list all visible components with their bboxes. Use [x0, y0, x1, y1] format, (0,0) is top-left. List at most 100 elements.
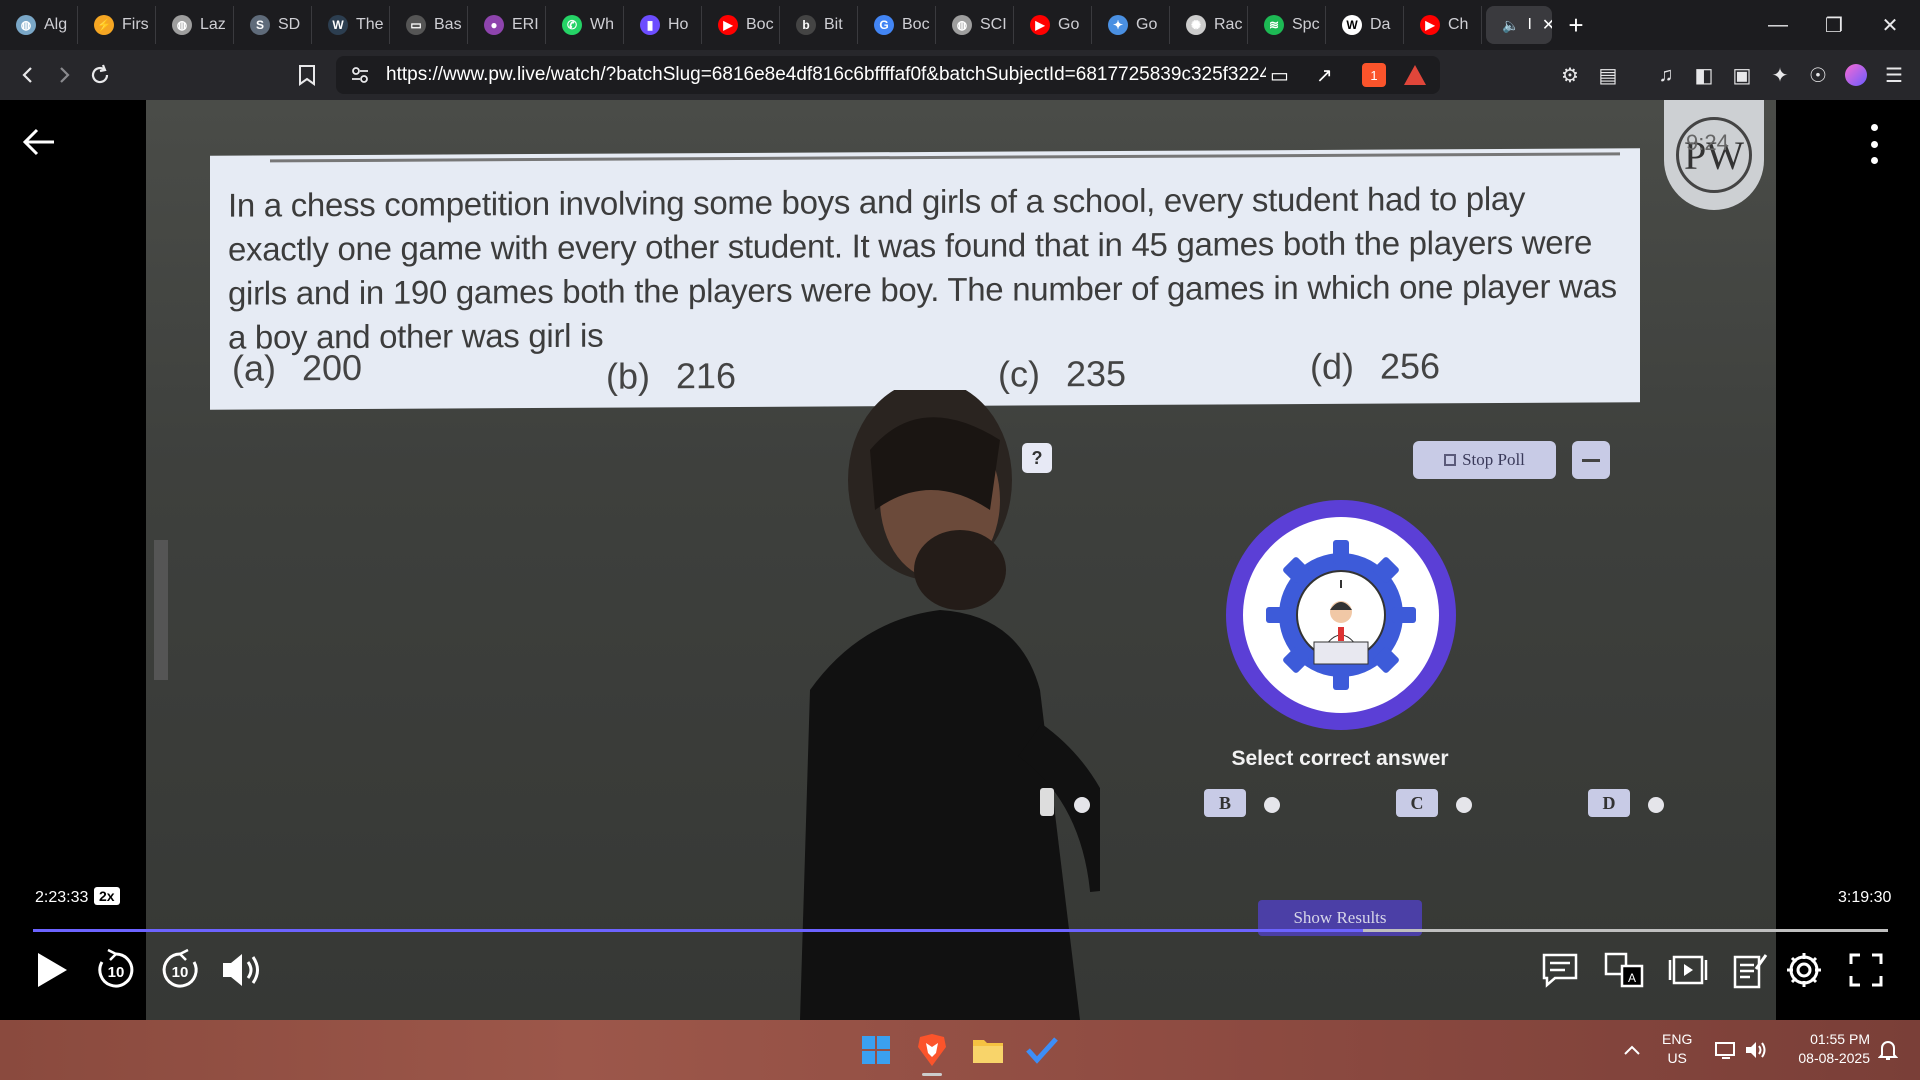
chevron-up-icon[interactable] — [1612, 1030, 1652, 1070]
tab-7[interactable]: ✆ Wh — [546, 6, 624, 44]
brain-icon: ● — [484, 15, 504, 35]
reader-icon[interactable]: ▤ — [1594, 61, 1622, 89]
leo-ai-icon[interactable]: ✦ — [1766, 61, 1794, 89]
translate-icon: A — [1604, 952, 1644, 988]
tab-0[interactable]: ◍ Alg — [0, 6, 78, 44]
url-text[interactable]: https://www.pw.live/watch/?batchSlug=681… — [386, 64, 1266, 86]
answer-a-button-partial[interactable] — [1040, 788, 1054, 816]
answer-a-radio[interactable] — [1074, 797, 1090, 813]
google-icon: G — [874, 15, 894, 35]
more-options-icon[interactable] — [1868, 124, 1880, 164]
tab-14[interactable]: ✦ Go — [1092, 6, 1170, 44]
tab-label: SD — [278, 16, 301, 33]
w3-icon: W — [328, 15, 348, 35]
tab-17[interactable]: W Da — [1326, 6, 1404, 44]
system-clock[interactable]: 01:55 PM 08-08-2025 — [1782, 1030, 1870, 1068]
settings-button[interactable] — [1778, 944, 1830, 996]
seek-bar[interactable] — [33, 929, 1888, 932]
reload-button[interactable] — [82, 57, 118, 93]
active-tab[interactable]: 🔈 I ✕ — [1486, 6, 1552, 44]
rewind-10-button[interactable]: 10 — [90, 944, 142, 996]
playlist-button[interactable] — [1662, 944, 1714, 996]
pw-logo: PW 9:24 — [1664, 100, 1764, 210]
new-tab-button[interactable]: + — [1552, 10, 1600, 41]
notification-bell-icon[interactable] — [1868, 1030, 1908, 1070]
play-button[interactable] — [26, 944, 78, 996]
extensions-icon[interactable]: ⚙ — [1556, 61, 1584, 89]
tab-8[interactable]: ▮ Ho — [624, 6, 702, 44]
forward-button[interactable] — [46, 57, 82, 93]
bookmark-button[interactable] — [289, 57, 325, 93]
rewind-seconds: 10 — [107, 964, 125, 981]
close-tab-icon[interactable]: ✕ — [1542, 15, 1552, 35]
brave-rewards-icon[interactable] — [1404, 65, 1426, 85]
tab-label: Go — [1136, 16, 1158, 33]
menu-icon[interactable]: ☰ — [1880, 61, 1908, 89]
playback-speed-badge[interactable]: 2x — [94, 887, 120, 905]
answer-b-radio[interactable] — [1264, 797, 1280, 813]
tab-1[interactable]: ⚡ Firs — [78, 6, 156, 44]
back-button[interactable] — [10, 57, 46, 93]
tab-16[interactable]: ≋ Spc — [1248, 6, 1326, 44]
seek-bar-played — [33, 929, 1364, 932]
windows-start-icon[interactable] — [856, 1030, 896, 1070]
answer-b-button[interactable]: B — [1204, 789, 1246, 817]
video-player[interactable]: In a chess competition involving some bo… — [0, 100, 1920, 1020]
notes-button[interactable] — [1724, 944, 1776, 996]
gear-icon — [1787, 953, 1821, 987]
share-icon[interactable]: ↗ — [1316, 63, 1333, 88]
svg-text:A: A — [1628, 971, 1636, 985]
tab-label: Go — [1058, 16, 1080, 33]
tab-label: Bas — [434, 16, 462, 33]
cast-icon[interactable]: ▭ — [1270, 63, 1289, 88]
translate-button[interactable]: A — [1598, 944, 1650, 996]
whatsapp-icon: ✆ — [562, 15, 582, 35]
tab-12[interactable]: ◍ SCI — [936, 6, 1014, 44]
tab-10[interactable]: b Bit — [780, 6, 858, 44]
minimize-poll-button[interactable] — [1572, 441, 1610, 479]
back-arrow-icon[interactable] — [22, 122, 56, 167]
answer-c-radio[interactable] — [1456, 797, 1472, 813]
chat-icon — [1542, 953, 1578, 988]
tab-label: Bit — [824, 16, 843, 33]
forward-10-button[interactable]: 10 — [154, 944, 206, 996]
tab-13[interactable]: ▶ Go — [1014, 6, 1092, 44]
profile-icon[interactable] — [1842, 61, 1870, 89]
tab-9[interactable]: ▶ Boc — [702, 6, 780, 44]
answer-c-button[interactable]: C — [1396, 789, 1438, 817]
vpn-icon[interactable]: ☉ — [1804, 61, 1832, 89]
restore-button[interactable]: ❐ — [1806, 0, 1862, 50]
volume-button[interactable] — [216, 944, 268, 996]
tab-11[interactable]: G Boc — [858, 6, 936, 44]
active-tab-label: I — [1527, 16, 1532, 33]
tab-5[interactable]: ▭ Bas — [390, 6, 468, 44]
stop-poll-button[interactable]: Stop Poll — [1413, 441, 1556, 479]
file-explorer-icon[interactable] — [968, 1030, 1008, 1070]
tab-4[interactable]: W The — [312, 6, 390, 44]
media-icon[interactable]: ♫ — [1652, 61, 1680, 89]
chat-button[interactable] — [1534, 944, 1586, 996]
tab-2[interactable]: ◍ Laz — [156, 6, 234, 44]
tab-18[interactable]: ▶ Ch — [1404, 6, 1482, 44]
stop-poll-label: Stop Poll — [1462, 450, 1525, 469]
tab-15[interactable]: ✺ Rac — [1170, 6, 1248, 44]
address-bar[interactable]: https://www.pw.live/watch/?batchSlug=681… — [336, 56, 1440, 94]
tab-6[interactable]: ● ERI — [468, 6, 546, 44]
tab-3[interactable]: S SD — [234, 6, 312, 44]
language-indicator[interactable]: ENG US — [1662, 1030, 1692, 1068]
brave-browser-icon[interactable] — [912, 1030, 952, 1076]
wallet-icon[interactable]: ▣ — [1728, 61, 1756, 89]
minus-icon — [1582, 458, 1600, 462]
todo-icon[interactable] — [1022, 1030, 1062, 1070]
speaker-tray-icon[interactable] — [1736, 1030, 1776, 1070]
site-settings-icon[interactable] — [350, 65, 370, 85]
answer-d-button[interactable]: D — [1588, 789, 1630, 817]
sidebar-icon[interactable]: ◧ — [1690, 61, 1718, 89]
fullscreen-button[interactable] — [1840, 944, 1892, 996]
bit-icon: b — [796, 15, 816, 35]
close-window-button[interactable]: ✕ — [1862, 0, 1918, 50]
brave-shields-icon[interactable]: 1 — [1362, 63, 1386, 87]
speaker-icon[interactable]: 🔈 — [1502, 17, 1519, 34]
answer-d-radio[interactable] — [1648, 797, 1664, 813]
minimize-button[interactable]: — — [1750, 0, 1806, 50]
